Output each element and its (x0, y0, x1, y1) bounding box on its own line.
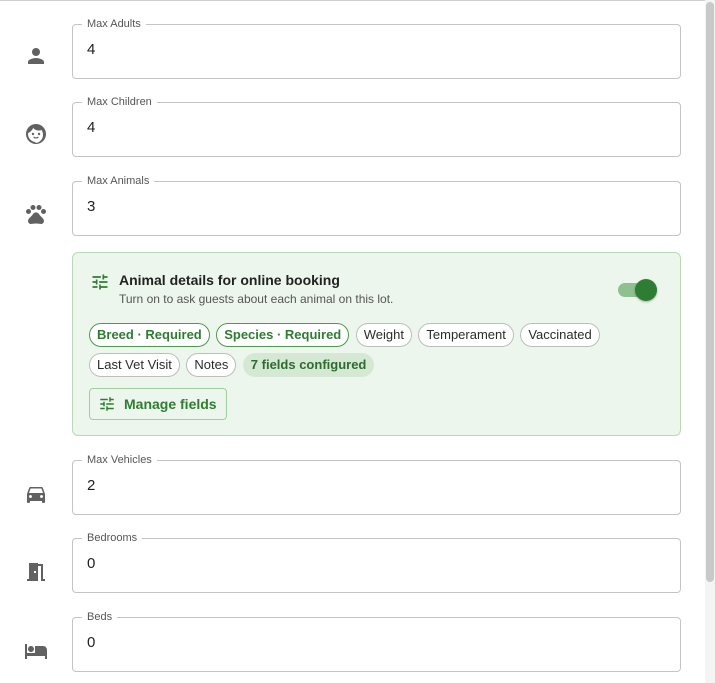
max-adults-input[interactable] (87, 41, 647, 58)
chip-last-vet-visit: Last Vet Visit (89, 353, 180, 377)
manage-fields-label: Manage fields (124, 396, 217, 412)
animal-details-toggle[interactable] (618, 279, 657, 301)
door-icon (24, 560, 48, 584)
top-divider (0, 0, 715, 1)
max-animals-input[interactable] (87, 198, 647, 215)
manage-fields-button[interactable]: Manage fields (89, 388, 227, 420)
beds-input[interactable] (87, 634, 647, 651)
max-animals-label: Max Animals (82, 174, 155, 188)
person-icon (24, 44, 48, 68)
animal-field-chips: Breed · Required Species · Required Weig… (89, 323, 649, 383)
chip-weight: Weight (355, 323, 412, 347)
max-vehicles-input[interactable] (87, 477, 647, 494)
scrollbar-thumb[interactable] (706, 2, 714, 582)
tune-icon (90, 272, 110, 292)
beds-field[interactable]: Beds (72, 610, 681, 672)
max-children-input[interactable] (87, 119, 647, 136)
animal-details-title: Animal details for online booking (119, 272, 340, 288)
child-face-icon (24, 122, 48, 146)
bed-icon (24, 639, 48, 663)
tune-icon (100, 397, 114, 411)
max-adults-field[interactable]: Max Adults (72, 17, 681, 79)
toggle-thumb (635, 279, 657, 301)
chip-species: Species · Required (216, 323, 350, 347)
chip-breed: Breed · Required (89, 323, 210, 347)
max-animals-field[interactable]: Max Animals (72, 174, 681, 236)
chip-vaccinated: Vaccinated (520, 323, 600, 347)
bedrooms-input[interactable] (87, 555, 647, 572)
paw-icon (24, 202, 48, 226)
bedrooms-label: Bedrooms (82, 531, 143, 545)
car-icon (24, 482, 48, 506)
animal-details-card: Animal details for online booking Turn o… (72, 252, 681, 436)
beds-label: Beds (82, 610, 118, 624)
fields-count-badge: 7 fields configured (242, 353, 375, 377)
chip-temperament: Temperament (418, 323, 514, 347)
max-children-label: Max Children (82, 95, 157, 109)
max-adults-label: Max Adults (82, 17, 146, 31)
bedrooms-field[interactable]: Bedrooms (72, 531, 681, 593)
animal-details-subtitle: Turn on to ask guests about each animal … (119, 292, 394, 306)
max-vehicles-field[interactable]: Max Vehicles (72, 453, 681, 515)
max-vehicles-label: Max Vehicles (82, 453, 157, 467)
chip-notes: Notes (186, 353, 237, 377)
max-children-field[interactable]: Max Children (72, 95, 681, 157)
